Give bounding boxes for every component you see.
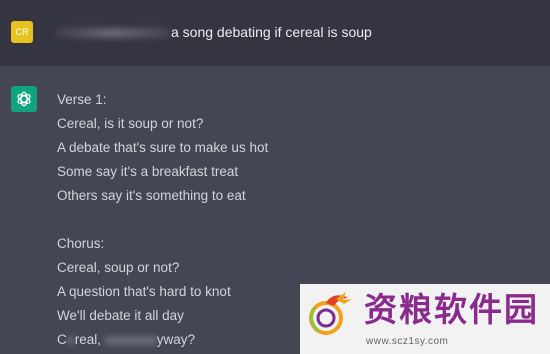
watermark-title: 资粮软件园 bbox=[364, 290, 539, 329]
lyric-line-partial: Creal, yway? bbox=[57, 328, 268, 352]
redacted-text bbox=[104, 335, 157, 345]
lyric-fragment: C bbox=[57, 332, 67, 347]
watermark: 资粮软件园 www.scz1sy.com bbox=[300, 284, 550, 354]
lyric-fragment: yway? bbox=[156, 332, 196, 347]
verse-heading: Verse 1: bbox=[57, 92, 107, 107]
stanza-gap bbox=[57, 208, 268, 232]
redacted-text bbox=[56, 28, 169, 39]
dragon-logo-icon bbox=[309, 292, 352, 335]
watermark-url: www.scz1sy.com bbox=[366, 336, 449, 347]
chorus-heading: Chorus: bbox=[57, 236, 105, 251]
assistant-message: Verse 1: Cereal, is it soup or not? A de… bbox=[57, 88, 268, 352]
user-avatar: CR bbox=[11, 21, 33, 43]
user-message-row: CR a song debating if cereal is soup bbox=[0, 0, 550, 66]
user-message-visible-text: a song debating if cereal is soup bbox=[171, 24, 372, 40]
lyric-line: Cereal, is it soup or not? bbox=[57, 116, 204, 131]
lyric-line: Cereal, soup or not? bbox=[57, 260, 180, 275]
lyric-line: We'll debate it all day bbox=[57, 308, 184, 323]
lyric-line: A question that's hard to knot bbox=[57, 284, 231, 299]
lyric-line: A debate that's sure to make us hot bbox=[57, 140, 269, 155]
redacted-text bbox=[67, 335, 74, 345]
chatgpt-logo-icon bbox=[11, 86, 37, 112]
lyric-fragment: real, bbox=[74, 332, 102, 347]
lyric-line: Others say it's something to eat bbox=[57, 188, 246, 203]
lyric-line: Some say it's a breakfast treat bbox=[57, 164, 239, 179]
user-message-text: a song debating if cereal is soup bbox=[56, 23, 372, 41]
